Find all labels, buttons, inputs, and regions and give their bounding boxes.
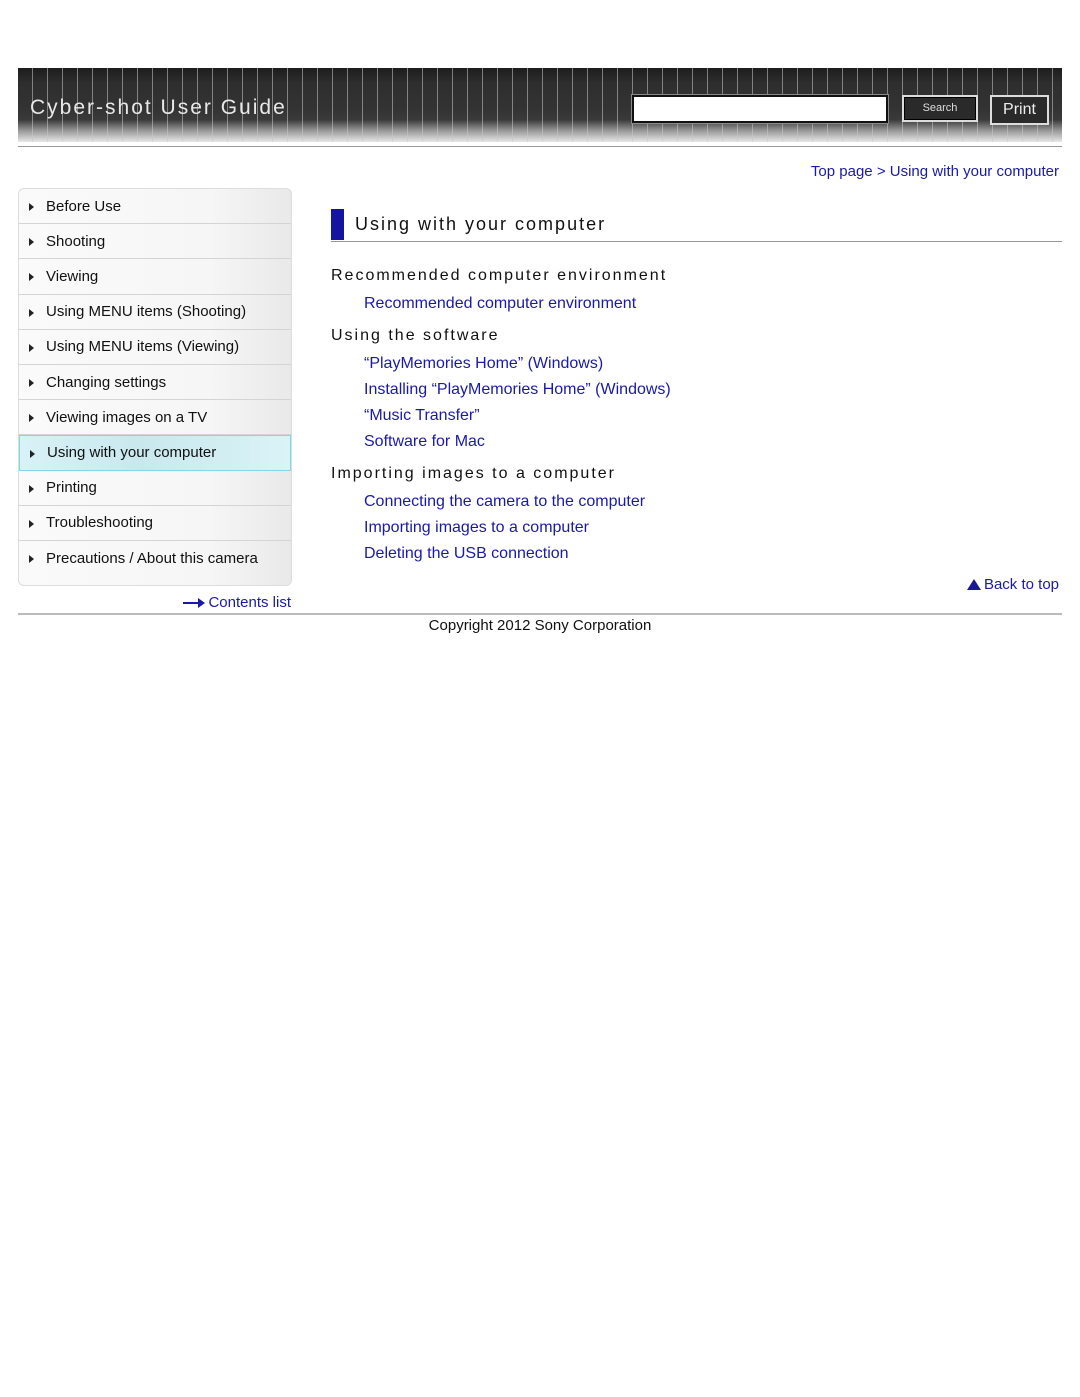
- section-heading: Recommended computer environment: [331, 267, 668, 284]
- search-input[interactable]: [632, 95, 888, 123]
- sidebar-item-changing-settings[interactable]: Changing settings: [19, 365, 291, 401]
- sidebar-item-using-computer[interactable]: Using with your computer: [19, 435, 291, 471]
- link-importing-images[interactable]: Importing images to a computer: [364, 519, 589, 537]
- sidebar-item-label: Precautions / About this camera: [46, 549, 258, 567]
- sidebar-item-precautions[interactable]: Precautions / About this camera: [19, 541, 291, 576]
- triangle-right-icon: [29, 238, 34, 247]
- breadcrumb-separator: >: [872, 163, 890, 180]
- section-heading: Using the software: [331, 327, 500, 344]
- sidebar-item-label: Using MENU items (Shooting): [46, 303, 247, 321]
- print-button[interactable]: Print: [990, 95, 1049, 125]
- page-title: Using with your computer: [355, 214, 607, 234]
- back-to-top-link[interactable]: Back to top: [966, 576, 1059, 593]
- triangle-right-icon: [29, 379, 34, 388]
- sidebar-item-troubleshooting[interactable]: Troubleshooting: [19, 506, 291, 541]
- link-playmemories-home[interactable]: “PlayMemories Home” (Windows): [364, 355, 603, 373]
- search-button[interactable]: Search: [902, 95, 978, 122]
- breadcrumb: Top page > Using with your computer: [811, 163, 1059, 180]
- link-installing-playmemories[interactable]: Installing “PlayMemories Home” (Windows): [364, 381, 671, 399]
- section-heading: Importing images to a computer: [331, 465, 616, 482]
- sidebar-item-label: Printing: [46, 479, 97, 497]
- link-music-transfer[interactable]: “Music Transfer”: [364, 407, 480, 425]
- sidebar-item-menu-shooting[interactable]: Using MENU items (Shooting): [19, 295, 291, 330]
- sidebar-item-label: Shooting: [46, 232, 106, 250]
- sidebar-item-before-use[interactable]: Before Use: [19, 189, 291, 225]
- link-connecting-camera[interactable]: Connecting the camera to the computer: [364, 493, 645, 511]
- link-software-for-mac[interactable]: Software for Mac: [364, 433, 485, 451]
- app-title: Cyber-shot User Guide: [30, 96, 287, 119]
- triangle-right-icon: [29, 555, 34, 564]
- header-banner: Cyber-shot User Guide Search Print: [18, 68, 1062, 142]
- sidebar-item-label: Using with your computer: [47, 444, 217, 462]
- breadcrumb-top-page[interactable]: Top page: [811, 163, 873, 180]
- triangle-right-icon: [29, 273, 34, 282]
- sidebar-item-label: Using MENU items (Viewing): [46, 338, 240, 356]
- sidebar-item-label: Troubleshooting: [46, 514, 154, 532]
- sidebar-item-menu-viewing[interactable]: Using MENU items (Viewing): [19, 330, 291, 365]
- triangle-right-icon: [29, 308, 34, 317]
- sidebar-item-shooting[interactable]: Shooting: [19, 224, 291, 260]
- title-accent-bar: [331, 209, 344, 240]
- triangle-right-icon: [29, 519, 34, 528]
- link-recommended-environment[interactable]: Recommended computer environment: [364, 295, 636, 313]
- triangle-right-icon: [29, 203, 34, 212]
- sidebar-nav: Before Use Shooting Viewing Using MENU i…: [18, 188, 292, 586]
- contents-list-label: Contents list: [208, 594, 291, 611]
- triangle-right-icon: [29, 414, 34, 423]
- sidebar-item-printing[interactable]: Printing: [19, 471, 291, 506]
- sidebar-item-label: Viewing images on a TV: [46, 408, 208, 426]
- triangle-right-icon: [30, 449, 35, 458]
- sidebar-item-label: Before Use: [46, 197, 122, 215]
- arrow-right-icon: [183, 597, 206, 608]
- page-title-block: Using with your computer: [331, 208, 1062, 242]
- header-divider: [18, 146, 1062, 147]
- contents-list-link[interactable]: Contents list: [183, 594, 291, 611]
- sidebar-item-label: Viewing: [46, 267, 99, 285]
- copyright-text: Copyright 2012 Sony Corporation: [428, 617, 652, 634]
- back-to-top-label: Back to top: [983, 576, 1059, 593]
- footer-divider: [18, 613, 1062, 615]
- triangle-right-icon: [29, 484, 34, 493]
- triangle-up-icon: [966, 579, 981, 590]
- sidebar-item-viewing[interactable]: Viewing: [19, 259, 291, 295]
- sidebar-item-viewing-tv[interactable]: Viewing images on a TV: [19, 400, 291, 436]
- link-deleting-usb[interactable]: Deleting the USB connection: [364, 545, 569, 563]
- breadcrumb-current[interactable]: Using with your computer: [890, 163, 1059, 180]
- triangle-right-icon: [29, 343, 34, 352]
- sidebar-item-label: Changing settings: [46, 373, 167, 391]
